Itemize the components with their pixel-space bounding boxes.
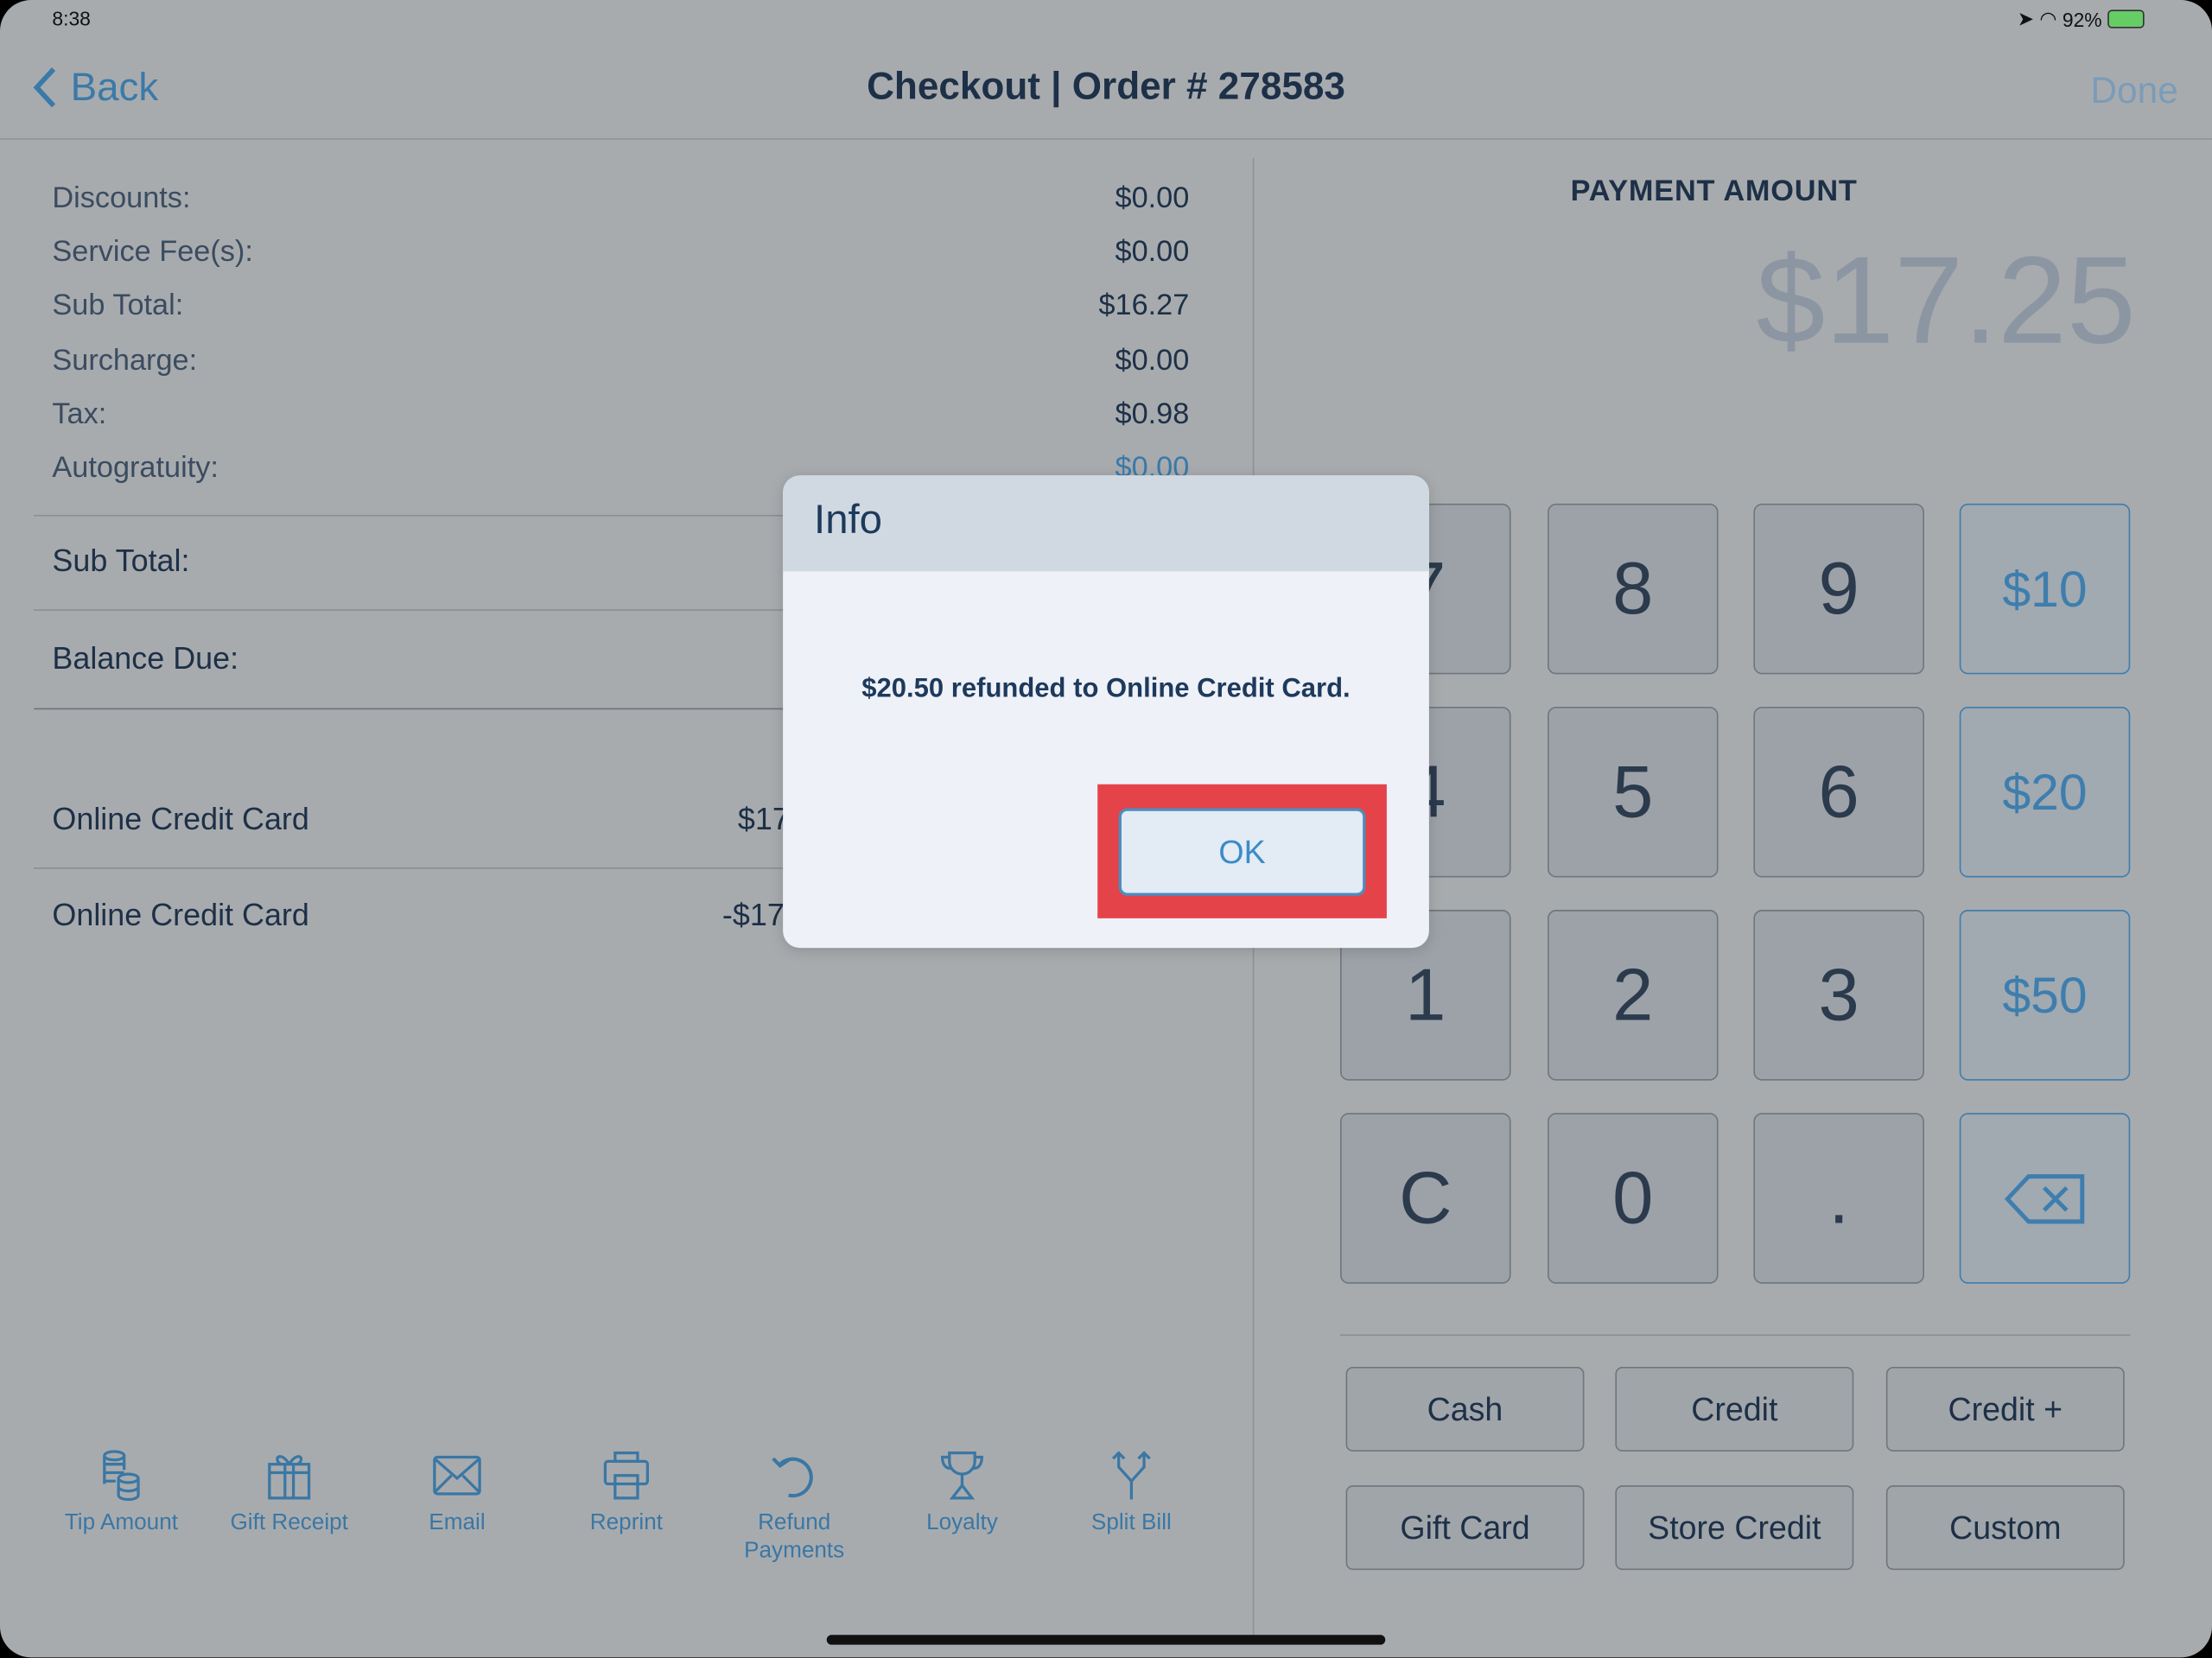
backspace-icon xyxy=(2004,1173,2084,1223)
key-3[interactable]: 3 xyxy=(1753,910,1924,1081)
done-button[interactable]: Done xyxy=(2090,69,2177,113)
home-indicator[interactable] xyxy=(826,1635,1386,1645)
subtotal-label: Sub Total: xyxy=(52,289,184,322)
refund-payments-label: Refund Payments xyxy=(744,1510,845,1563)
key-clear[interactable]: C xyxy=(1340,1113,1511,1284)
store-credit-button[interactable]: Store Credit xyxy=(1615,1485,1854,1571)
surcharge-value: $0.00 xyxy=(1115,344,1190,377)
gift-receipt-label: Gift Receipt xyxy=(230,1510,348,1535)
credit-plus-button[interactable]: Credit + xyxy=(1885,1367,2125,1452)
split-icon xyxy=(1112,1451,1151,1500)
email-button[interactable]: Email xyxy=(379,1450,535,1537)
key-0[interactable]: 0 xyxy=(1548,1113,1719,1284)
service-fee-label: Service Fee(s): xyxy=(52,235,253,269)
key-5[interactable]: 5 xyxy=(1548,706,1719,878)
surcharge-label: Surcharge: xyxy=(52,344,198,377)
info-dialog: Info $20.50 refunded to Online Credit Ca… xyxy=(783,475,1429,949)
email-label: Email xyxy=(429,1510,486,1535)
sub-total-label: Sub Total: xyxy=(52,543,190,579)
refund-row-value: -$17 xyxy=(721,897,785,933)
discounts-value: $0.00 xyxy=(1115,181,1190,215)
split-bill-button[interactable]: Split Bill xyxy=(1054,1450,1210,1537)
payment-amount-display: $17.25 xyxy=(1756,230,2136,370)
nav-divider xyxy=(0,137,2212,140)
payment-row-label: Online Credit Card xyxy=(52,801,309,837)
cash-button[interactable]: Cash xyxy=(1345,1367,1585,1452)
discounts-label: Discounts: xyxy=(52,181,191,215)
checkout-screen: 8:38 ➤ ◠ 92% Back Checkout | Order # 278… xyxy=(0,0,2212,1658)
key-2[interactable]: 2 xyxy=(1548,910,1719,1081)
reprint-button[interactable]: Reprint xyxy=(549,1450,704,1537)
gift-icon xyxy=(268,1455,311,1500)
status-icons: ➤ ◠ 92% xyxy=(2018,7,2145,31)
reprint-label: Reprint xyxy=(589,1510,663,1535)
key-20-dollars[interactable]: $20 xyxy=(1959,706,2131,878)
dialog-title: Info xyxy=(783,475,1429,572)
autogratuity-label: Autogratuity: xyxy=(52,451,219,484)
key-50-dollars[interactable]: $50 xyxy=(1959,910,2131,1081)
location-icon: ➤ xyxy=(2017,7,2034,30)
ok-button[interactable]: OK xyxy=(1118,808,1366,896)
battery-percent: 92% xyxy=(2062,7,2102,31)
battery-icon xyxy=(2107,10,2145,29)
undo-icon xyxy=(772,1457,813,1498)
split-bill-label: Split Bill xyxy=(1090,1510,1172,1535)
subtotal-value: $16.27 xyxy=(1098,289,1190,322)
loyalty-button[interactable]: Loyalty xyxy=(885,1450,1040,1537)
envelope-icon xyxy=(433,1455,481,1496)
backspace-button[interactable] xyxy=(1959,1113,2131,1284)
gift-card-button[interactable]: Gift Card xyxy=(1345,1485,1585,1571)
key-6[interactable]: 6 xyxy=(1753,706,1924,878)
key-9[interactable]: 9 xyxy=(1753,503,1924,675)
page-title: Checkout | Order # 278583 xyxy=(867,65,1345,108)
refund-row-label: Online Credit Card xyxy=(52,897,309,933)
trophy-icon xyxy=(940,1451,983,1500)
refund-payments-button[interactable]: Refund Payments xyxy=(716,1450,872,1566)
key-8[interactable]: 8 xyxy=(1548,503,1719,675)
credit-button[interactable]: Credit xyxy=(1615,1367,1854,1452)
tax-label: Tax: xyxy=(52,397,107,430)
service-fee-value: $0.00 xyxy=(1115,235,1190,269)
status-time: 8:38 xyxy=(52,7,91,30)
payment-row-value: $17 xyxy=(737,801,790,837)
tip-amount-label: Tip Amount xyxy=(64,1510,178,1535)
key-decimal[interactable]: . xyxy=(1753,1113,1924,1284)
custom-button[interactable]: Custom xyxy=(1885,1485,2125,1571)
key-10-dollars[interactable]: $10 xyxy=(1959,503,2131,675)
tax-value: $0.98 xyxy=(1115,397,1190,430)
payment-amount-heading: PAYMENT AMOUNT xyxy=(1570,175,1858,207)
wifi-icon: ◠ xyxy=(2039,7,2057,30)
tip-amount-button[interactable]: Tip Amount xyxy=(44,1450,200,1537)
tender-divider xyxy=(1340,1334,2131,1337)
printer-icon xyxy=(603,1451,650,1500)
balance-due-label: Balance Due: xyxy=(52,640,239,677)
dialog-message: $20.50 refunded to Online Credit Card. xyxy=(861,674,1351,704)
coins-icon xyxy=(103,1450,140,1502)
gift-receipt-button[interactable]: Gift Receipt xyxy=(212,1450,367,1537)
loyalty-label: Loyalty xyxy=(926,1510,998,1535)
